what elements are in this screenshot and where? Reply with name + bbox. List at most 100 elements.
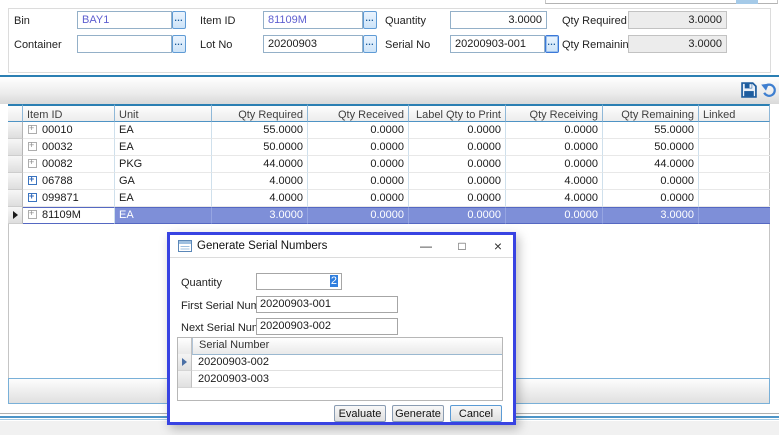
- cell-item-id[interactable]: 00010: [23, 122, 115, 139]
- cell-qty-remaining[interactable]: 3.0000: [603, 207, 699, 224]
- cell-qty-remaining[interactable]: 44.0000: [603, 156, 699, 173]
- first-serial-field[interactable]: 20200903-001: [256, 296, 398, 313]
- expand-icon[interactable]: [28, 142, 37, 151]
- cell-qty-remaining[interactable]: 50.0000: [603, 139, 699, 156]
- cell-label-qty[interactable]: 0.0000: [409, 173, 506, 190]
- cell-qty-remaining[interactable]: 55.0000: [603, 122, 699, 139]
- serial-no-ellipsis-button[interactable]: …: [545, 35, 559, 53]
- expand-icon[interactable]: [28, 210, 37, 219]
- save-icon[interactable]: [741, 82, 759, 100]
- cell-linked[interactable]: [699, 156, 770, 173]
- cell-label-qty[interactable]: 0.0000: [409, 190, 506, 207]
- row-selector-current[interactable]: [8, 207, 23, 224]
- cell-linked[interactable]: [699, 139, 770, 156]
- expand-icon[interactable]: [28, 159, 37, 168]
- cell-qty-received[interactable]: 0.0000: [308, 207, 409, 224]
- row-selector[interactable]: [8, 122, 23, 139]
- bin-field[interactable]: BAY1: [77, 11, 172, 29]
- cell-qty-required[interactable]: 4.0000: [212, 190, 308, 207]
- cell-item-id[interactable]: 00082: [23, 156, 115, 173]
- cell-item-id[interactable]: 81109M: [23, 207, 115, 224]
- serial-row[interactable]: 20200903-003: [178, 371, 502, 388]
- cell-qty-received[interactable]: 0.0000: [308, 156, 409, 173]
- serial-row-selected[interactable]: 20200903-002: [178, 354, 502, 371]
- table-row[interactable]: 00010 EA 55.0000 0.0000 0.0000 0.0000 55…: [8, 122, 770, 139]
- cell-qty-received[interactable]: 0.0000: [308, 122, 409, 139]
- lot-no-field[interactable]: 20200903: [263, 35, 363, 53]
- cell-unit[interactable]: PKG: [115, 156, 212, 173]
- cell-unit[interactable]: GA: [115, 173, 212, 190]
- serial-row-selector[interactable]: [178, 354, 192, 371]
- next-serial-field[interactable]: 20200903-002: [256, 318, 398, 335]
- cancel-button[interactable]: Cancel: [450, 405, 502, 422]
- cell-unit[interactable]: EA: [115, 122, 212, 139]
- cell-unit[interactable]: EA: [115, 139, 212, 156]
- serial-number-cell[interactable]: 20200903-003: [192, 371, 502, 388]
- generate-button[interactable]: Generate: [392, 405, 444, 422]
- cell-unit[interactable]: EA: [115, 190, 212, 207]
- lot-no-ellipsis-button[interactable]: …: [363, 35, 377, 53]
- header-qty-required[interactable]: Qty Required: [212, 104, 308, 122]
- cell-item-id[interactable]: 099871: [23, 190, 115, 207]
- item-id-ellipsis-button[interactable]: …: [363, 11, 377, 29]
- header-label-qty-to-print[interactable]: Label Qty to Print: [409, 104, 506, 122]
- cell-qty-required[interactable]: 3.0000: [212, 207, 308, 224]
- cell-qty-receiving[interactable]: 0.0000: [506, 122, 603, 139]
- header-unit[interactable]: Unit: [115, 104, 212, 122]
- expand-icon[interactable]: [28, 193, 37, 202]
- cell-linked[interactable]: [699, 173, 770, 190]
- close-button[interactable]: ×: [486, 235, 510, 257]
- cell-qty-required[interactable]: 55.0000: [212, 122, 308, 139]
- header-qty-received[interactable]: Qty Received: [308, 104, 409, 122]
- cell-item-id[interactable]: 06788: [23, 173, 115, 190]
- container-field[interactable]: [77, 35, 172, 53]
- header-qty-remaining[interactable]: Qty Remaining: [603, 104, 699, 122]
- cell-qty-received[interactable]: 0.0000: [308, 190, 409, 207]
- row-selector[interactable]: [8, 139, 23, 156]
- cell-qty-receiving[interactable]: 4.0000: [506, 190, 603, 207]
- cell-qty-received[interactable]: 0.0000: [308, 139, 409, 156]
- cell-qty-required[interactable]: 44.0000: [212, 156, 308, 173]
- table-row[interactable]: 00082 PKG 44.0000 0.0000 0.0000 0.0000 4…: [8, 156, 770, 173]
- serial-number-header[interactable]: Serial Number: [192, 338, 502, 355]
- header-linked[interactable]: Linked: [699, 104, 770, 122]
- cell-qty-receiving[interactable]: 0.0000: [506, 139, 603, 156]
- table-row[interactable]: 099871 EA 4.0000 0.0000 0.0000 4.0000 0.…: [8, 190, 770, 207]
- cell-label-qty[interactable]: 0.0000: [409, 139, 506, 156]
- evaluate-button[interactable]: Evaluate: [334, 405, 386, 422]
- header-item-id[interactable]: Item ID: [23, 104, 115, 122]
- maximize-button[interactable]: □: [448, 235, 476, 257]
- cell-label-qty[interactable]: 0.0000: [409, 156, 506, 173]
- serial-number-cell[interactable]: 20200903-002: [192, 354, 502, 371]
- item-id-field[interactable]: 81109M: [263, 11, 363, 29]
- undo-icon[interactable]: [761, 82, 779, 100]
- cell-linked[interactable]: [699, 207, 770, 224]
- dialog-quantity-field[interactable]: 2: [256, 273, 342, 290]
- expand-icon[interactable]: [28, 176, 37, 185]
- cell-label-qty[interactable]: 0.0000: [409, 207, 506, 224]
- dialog-title-bar[interactable]: Generate Serial Numbers — □ ×: [170, 235, 513, 258]
- expand-icon[interactable]: [28, 125, 37, 134]
- cell-label-qty[interactable]: 0.0000: [409, 122, 506, 139]
- row-selector[interactable]: [8, 173, 23, 190]
- quantity-field[interactable]: 3.0000: [450, 11, 547, 29]
- table-row[interactable]: 06788 GA 4.0000 0.0000 0.0000 4.0000 0.0…: [8, 173, 770, 190]
- row-selector[interactable]: [8, 190, 23, 207]
- serial-no-field[interactable]: 20200903-001: [450, 35, 545, 53]
- cell-linked[interactable]: [699, 122, 770, 139]
- cell-qty-required[interactable]: 4.0000: [212, 173, 308, 190]
- cell-qty-received[interactable]: 0.0000: [308, 173, 409, 190]
- cell-qty-required[interactable]: 50.0000: [212, 139, 308, 156]
- cell-qty-receiving[interactable]: 0.0000: [506, 207, 603, 224]
- cell-qty-remaining[interactable]: 0.0000: [603, 173, 699, 190]
- cell-qty-remaining[interactable]: 0.0000: [603, 190, 699, 207]
- container-ellipsis-button[interactable]: …: [172, 35, 186, 53]
- cell-unit[interactable]: EA: [115, 207, 212, 224]
- table-row-selected[interactable]: 81109M EA 3.0000 0.0000 0.0000 0.0000 3.…: [8, 207, 770, 224]
- cell-qty-receiving[interactable]: 0.0000: [506, 156, 603, 173]
- cell-linked[interactable]: [699, 190, 770, 207]
- minimize-button[interactable]: —: [412, 235, 440, 257]
- serial-row-selector[interactable]: [178, 371, 192, 388]
- bin-ellipsis-button[interactable]: …: [172, 11, 186, 29]
- row-selector[interactable]: [8, 156, 23, 173]
